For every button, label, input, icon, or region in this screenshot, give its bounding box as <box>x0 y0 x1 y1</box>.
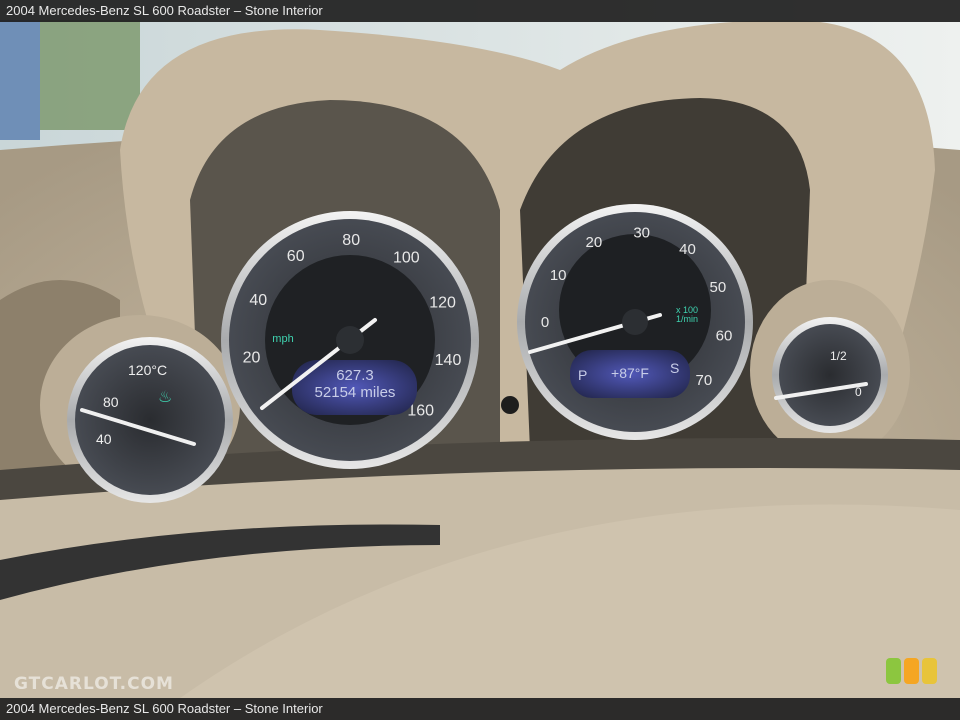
drive-mode: S <box>670 360 679 376</box>
tacho-tick-label: 20 <box>586 234 603 251</box>
watermark-logo: GTCARLOT.COM <box>14 674 174 694</box>
speedo-tick-label: 40 <box>249 292 267 309</box>
coolant-tick-label: 40 <box>96 431 112 447</box>
gtcarlot-badge-group <box>886 658 937 684</box>
speedo-tick-label: 80 <box>342 232 360 249</box>
tacho-tick-label: 30 <box>633 224 650 241</box>
coolant-tick-label: 120°C <box>128 362 167 378</box>
photo-frame: 2004 Mercedes-Benz SL 600 Roadster – Sto… <box>0 0 960 720</box>
tree-view <box>40 20 140 130</box>
caption-bottom: 2004 Mercedes-Benz SL 600 Roadster – Sto… <box>0 698 960 720</box>
speedo-unit: mph <box>272 333 293 345</box>
outside-temperature: +87°F <box>611 365 649 381</box>
tachometer: 010203040506070 x 100 1/min P +87°F S <box>517 204 753 440</box>
tacho-tick-label: 0 <box>541 314 549 331</box>
fuel-tick-label: 1/2 <box>830 349 847 363</box>
caption-top: 2004 Mercedes-Benz SL 600 Roadster – Sto… <box>0 0 960 22</box>
building-sign <box>0 20 40 140</box>
coolant-gauge: 40 80 120°C ♨ <box>67 337 233 503</box>
tacho-hub <box>622 309 648 335</box>
tacho-tick-label: 70 <box>696 372 713 389</box>
badge-green <box>886 658 901 684</box>
badge-yellow <box>922 658 937 684</box>
speedo-tick-label: 140 <box>435 352 462 369</box>
speedo-tick-label: 20 <box>243 349 261 366</box>
speedo-tick-label: 60 <box>287 248 305 265</box>
speedo-hub <box>336 326 364 354</box>
speedometer: 20406080100120140160 mph 627.3 52154 mil… <box>221 211 479 469</box>
tacho-tick-label: 10 <box>550 267 567 284</box>
instrument-cluster-photo: 40 80 120°C ♨ 20406080100120140160 mph 6… <box>0 0 960 720</box>
gear-indicator: P <box>578 367 587 383</box>
fuel-dial <box>779 324 881 426</box>
speedo-tick-label: 100 <box>393 249 420 266</box>
fuel-gauge: 1/2 0 <box>772 317 888 433</box>
badge-orange <box>904 658 919 684</box>
coolant-icon: ♨ <box>158 387 172 406</box>
tacho-tick-label: 60 <box>716 327 733 344</box>
tacho-tick-label: 50 <box>710 279 727 296</box>
speedo-tick-label: 120 <box>429 294 456 311</box>
tacho-tick-label: 40 <box>679 241 696 258</box>
total-odometer: 52154 miles <box>315 384 396 401</box>
trip-reset-knob <box>501 396 519 414</box>
trip-odometer: 627.3 <box>336 367 374 384</box>
coolant-tick-label: 80 <box>103 394 119 410</box>
tacho-unit-line2: 1/min <box>676 314 698 324</box>
